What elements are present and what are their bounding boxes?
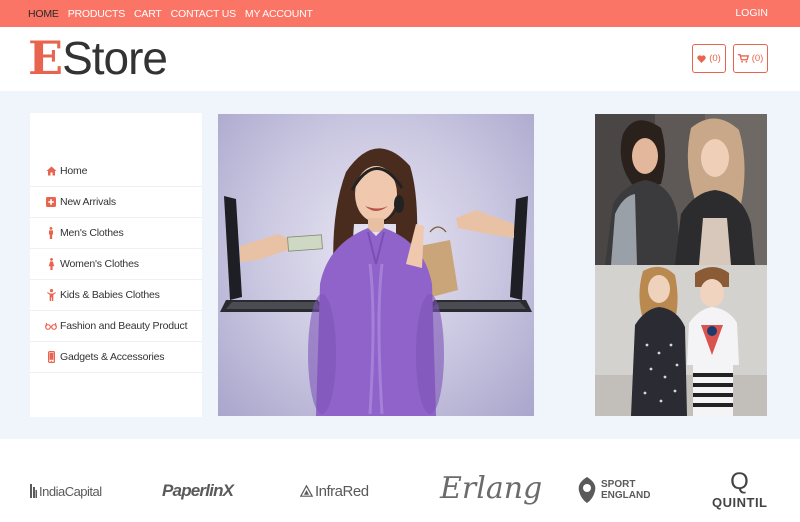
shopping-cart-icon <box>737 54 749 63</box>
brand-logo-erlang[interactable]: Erlang <box>440 471 542 506</box>
brand-logo-indiacapital[interactable]: IndiaCapital <box>30 484 102 499</box>
brand-logo-infrared[interactable]: InfraRed <box>299 483 369 500</box>
main-nav: HOME PRODUCTS CART CONTACT US MY ACCOUNT <box>28 0 313 27</box>
sidebar-item-womens-clothes[interactable]: Women's Clothes <box>30 249 202 280</box>
brand-name: IndiaCapital <box>39 484 102 499</box>
category-menu: Home New Arrivals Men's Clothes Women's … <box>30 156 202 373</box>
brand-name: QUINTIL <box>712 495 768 510</box>
wishlist-button[interactable]: (0) <box>692 44 726 73</box>
glasses-icon <box>45 322 57 330</box>
child-icon <box>45 289 57 301</box>
nav-home[interactable]: HOME <box>28 8 59 20</box>
brand-logo-sport-england[interactable]: SPORT ENGLAND <box>577 477 650 503</box>
sidebar-item-label: Gadgets & Accessories <box>60 351 165 363</box>
sidebar-item-fashion-beauty[interactable]: Fashion and Beauty Product <box>30 311 202 342</box>
heart-icon <box>697 54 706 63</box>
brand-name: InfraRed <box>315 483 369 500</box>
indiacapital-mark-icon <box>30 484 37 498</box>
mobile-icon <box>45 351 57 363</box>
male-icon <box>45 227 57 239</box>
sidebar-item-label: Home <box>60 165 88 177</box>
cart-count: (0) <box>751 53 764 64</box>
sidebar-item-label: Women's Clothes <box>60 258 139 270</box>
cart-button[interactable]: (0) <box>733 44 768 73</box>
hero-banner-image[interactable] <box>218 114 534 416</box>
nav-contact-us[interactable]: CONTACT US <box>171 8 236 20</box>
sidebar-item-mens-clothes[interactable]: Men's Clothes <box>30 218 202 249</box>
nav-cart[interactable]: CART <box>134 8 162 20</box>
brand-logo-paperlinx[interactable]: PaperlinX <box>162 481 234 501</box>
fashion-models-image[interactable] <box>595 114 767 265</box>
sidebar-item-kids-babies-clothes[interactable]: Kids & Babies Clothes <box>30 280 202 311</box>
sidebar-item-gadgets-accessories[interactable]: Gadgets & Accessories <box>30 342 202 373</box>
store-logo[interactable]: EStore <box>28 31 168 85</box>
quintiles-q-mark: Q <box>730 468 750 495</box>
brand-logos-strip: IndiaCapital PaperlinX InfraRed Erlang S… <box>0 439 800 522</box>
nav-my-account[interactable]: MY ACCOUNT <box>245 8 313 20</box>
home-icon <box>45 166 57 176</box>
sidebar-item-home[interactable]: Home <box>30 156 202 187</box>
brand-logo-quintiles[interactable]: Q QUINTIL <box>712 468 768 511</box>
sidebar-item-new-arrivals[interactable]: New Arrivals <box>30 187 202 218</box>
sport-england-mark-icon <box>578 477 596 503</box>
female-icon <box>45 258 57 270</box>
brand-line-2: ENGLAND <box>601 490 651 501</box>
logo-initial: E <box>28 31 63 85</box>
plus-square-icon <box>45 197 57 207</box>
infrared-triangle-icon <box>299 484 314 497</box>
kids-fashion-image[interactable] <box>595 265 767 416</box>
brand-line-1: SPORT <box>601 479 636 490</box>
login-link[interactable]: LOGIN <box>735 0 768 27</box>
sidebar-item-label: Fashion and Beauty Product <box>60 320 188 332</box>
top-navbar: HOME PRODUCTS CART CONTACT US MY ACCOUNT… <box>0 0 800 27</box>
category-sidebar: Home New Arrivals Men's Clothes Women's … <box>30 113 202 417</box>
brand-name: Erlang <box>440 471 543 506</box>
wishlist-count: (0) <box>709 53 721 64</box>
logo-text: Store <box>62 32 168 84</box>
nav-products[interactable]: PRODUCTS <box>68 8 126 20</box>
site-header: EStore (0) (0) <box>0 27 800 91</box>
sidebar-item-label: Men's Clothes <box>60 227 124 239</box>
brand-name: PaperlinX <box>162 481 234 500</box>
sidebar-item-label: Kids & Babies Clothes <box>60 289 160 301</box>
brand-text: SPORT ENGLAND <box>601 479 650 501</box>
sidebar-item-label: New Arrivals <box>60 196 116 208</box>
